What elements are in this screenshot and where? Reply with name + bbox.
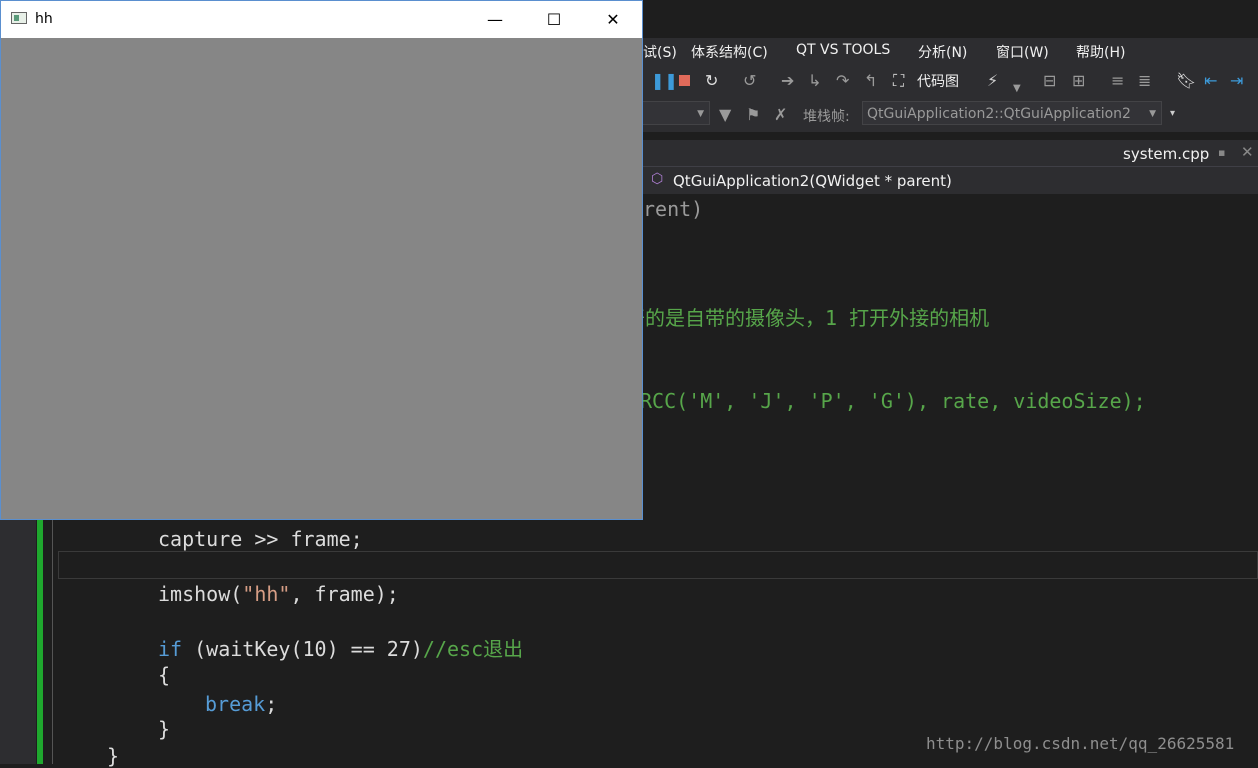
code-line-fourcc: RCC('M', 'J', 'P', 'G'), rate, videoSize… (640, 389, 1146, 413)
app-window-icon (11, 12, 27, 24)
code-line-imshow: imshow("hh", frame); (158, 582, 399, 606)
code-line-close-brace: } (158, 717, 171, 741)
watermark: http://blog.csdn.net/qq_26625581 (926, 734, 1235, 753)
code-line-capture: capture >> frame; (158, 527, 363, 551)
filter-icon[interactable]: ▼ (719, 106, 731, 124)
breakpoint-toggle-icon[interactable]: ⚡ (987, 72, 998, 90)
menu-architecture[interactable]: 体系结构(C) (691, 42, 768, 62)
break-keyword: break (205, 692, 266, 716)
pin-icon[interactable]: ▪ (1218, 146, 1225, 159)
qt-app-window: hh — ☐ ✕ (0, 0, 643, 520)
chevron-down-icon: ▼ (1149, 109, 1156, 119)
if-comment: //esc退出 (422, 637, 524, 661)
uncomment-icon[interactable]: ≣ (1138, 72, 1151, 90)
next-bookmark-icon[interactable]: ⇥ (1230, 72, 1243, 90)
menu-analyze[interactable]: 分析(N) (918, 42, 967, 62)
if-condition: (waitKey(10) == 27) (182, 637, 423, 661)
stop-icon[interactable] (679, 72, 690, 90)
code-line-parent: rent) (643, 197, 704, 221)
camera-frame-area (1, 38, 642, 519)
bookmark-icon[interactable]: 🔖︎ (1176, 72, 1196, 90)
code-line-break: break; (205, 692, 277, 716)
break-semicolon: ; (265, 692, 278, 716)
stack-icon[interactable]: ⊞ (1072, 72, 1085, 90)
menu-help[interactable]: 帮助(H) (1076, 42, 1125, 62)
code-map-icon[interactable]: ⛶ (893, 72, 904, 90)
code-line-comment: 开的是自带的摄像头，1 打开外接的相机 (625, 306, 990, 330)
change-tracking-bar (37, 519, 43, 764)
dropdown-arrow-icon[interactable]: ▼ (1013, 80, 1021, 98)
toolbar-overflow-icon[interactable]: ▾ (1170, 108, 1175, 119)
method-icon: ⬡ (651, 171, 664, 187)
step-into-icon[interactable]: ↳ (808, 72, 821, 90)
current-line-highlight (58, 551, 1258, 579)
show-next-statement-icon[interactable]: ➔ (781, 72, 794, 90)
minimize-button[interactable]: — (472, 1, 518, 38)
code-line-if: if (waitKey(10) == 27)//esc退出 (158, 637, 523, 661)
if-keyword: if (158, 637, 183, 661)
code-map-label[interactable]: 代码图 (917, 73, 959, 91)
thread-dropdown[interactable]: ▼ (640, 101, 710, 125)
step-over-icon[interactable]: ↷ (836, 72, 849, 90)
imshow-args: , frame); (290, 582, 399, 606)
step-out-icon[interactable]: ↰ (864, 72, 877, 90)
thread-icon[interactable]: ⊟ (1043, 72, 1056, 90)
maximize-button[interactable]: ☐ (531, 1, 577, 38)
imshow-string: "hh" (242, 582, 291, 606)
imshow-fn: imshow( (158, 582, 243, 606)
function-dropdown[interactable]: QtGuiApplication2(QWidget * parent) (673, 172, 952, 190)
stack-frame-dropdown[interactable]: QtGuiApplication2::QtGuiApplication2 ▼ (862, 101, 1162, 125)
stack-frame-label: 堆栈帧: (803, 109, 850, 125)
restart-icon[interactable]: ↻ (705, 72, 718, 90)
editor-left-margin (0, 519, 36, 764)
code-line-open-brace: { (158, 663, 171, 687)
code-line-outer-brace: } (107, 744, 120, 768)
show-flagged-icon[interactable]: ✗ (774, 106, 787, 124)
menu-qt-vs-tools[interactable]: QT VS TOOLS (796, 42, 890, 58)
pause-icon[interactable]: ❚❚ (651, 72, 678, 90)
tab-system-cpp[interactable]: system.cpp (1123, 145, 1209, 163)
chevron-down-icon: ▼ (697, 109, 704, 119)
stack-frame-value: QtGuiApplication2::QtGuiApplication2 (867, 106, 1131, 122)
indent-guide (52, 519, 53, 764)
apply-code-changes-icon[interactable]: ↺ (743, 72, 756, 90)
close-tab-icon[interactable]: ✕ (1241, 143, 1254, 161)
menu-window[interactable]: 窗口(W) (996, 42, 1049, 62)
qt-title-bar[interactable]: hh — ☐ ✕ (1, 1, 642, 38)
menu-debug[interactable]: 试(S) (643, 42, 677, 62)
previous-bookmark-icon[interactable]: ⇤ (1204, 72, 1217, 90)
comment-out-icon[interactable]: ≡ (1111, 72, 1124, 90)
close-button[interactable]: ✕ (590, 1, 636, 38)
qt-window-title: hh (35, 11, 53, 27)
flag-thread-icon[interactable]: ⚑ (746, 106, 760, 124)
